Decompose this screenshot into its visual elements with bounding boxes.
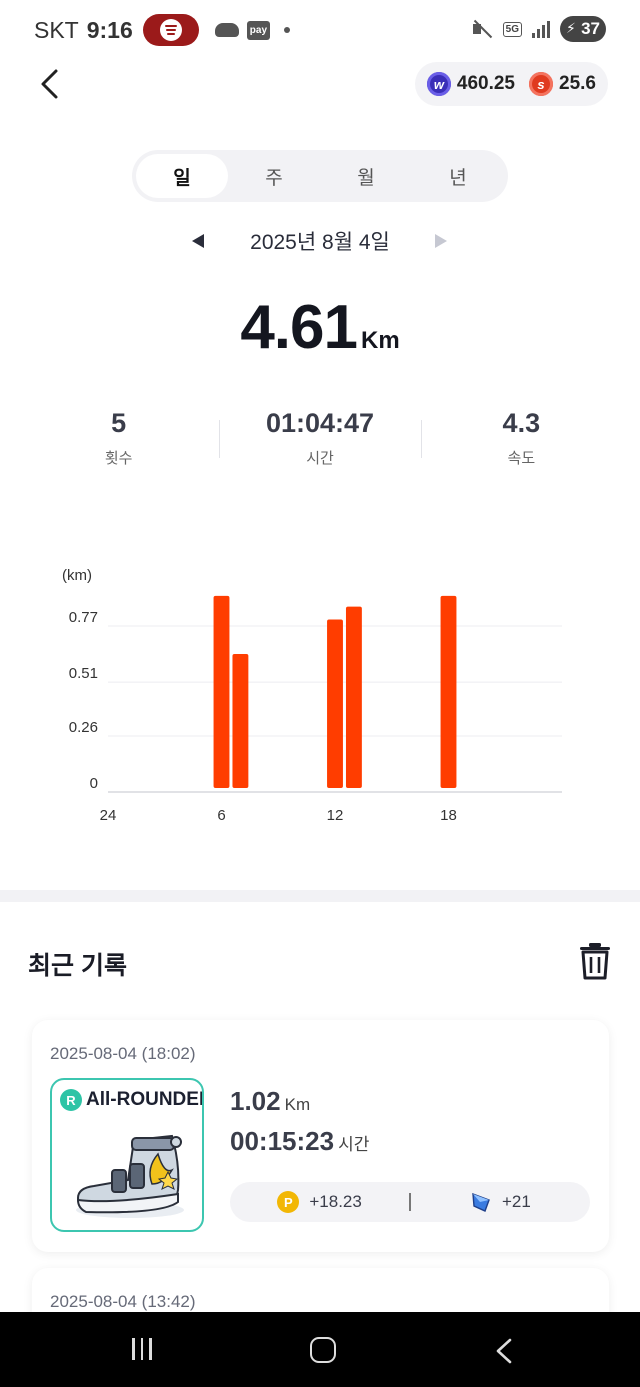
mute-icon [471, 18, 493, 40]
record-distance: 1.02 Km [230, 1086, 310, 1117]
date-navigator: 2025년 8월 4일 [0, 222, 640, 262]
y-axis-label: (km) [62, 567, 92, 584]
points-value: +18.23 [309, 1192, 362, 1211]
pay-icon: pay [246, 20, 271, 40]
record-datetime: 2025-08-04 (13:42) [50, 1292, 196, 1311]
section-divider [0, 890, 640, 902]
system-nav-bar [0, 1312, 640, 1387]
home-button[interactable] [310, 1337, 336, 1363]
stat-speed-label: 속도 [507, 450, 536, 467]
record-duration-value: 00:15:23 [230, 1126, 335, 1156]
shoe-thumbnail[interactable]: R All-ROUNDER [50, 1078, 204, 1232]
y-tick-label: 0.51 [69, 665, 98, 682]
stat-count-value: 5 [111, 408, 127, 438]
summary-stats: 5 횟수 01:04:47 시간 4.3 속도 [18, 408, 622, 478]
app-screen: SKT 9:16 pay 5G ⚡ 37 w 460.25 s 25.6 일 주… [0, 0, 640, 1387]
balance-pill[interactable]: w 460.25 s 25.6 [414, 62, 608, 106]
shoe-name: All-ROUNDER [86, 1089, 204, 1110]
w-coin-icon: w [426, 72, 451, 96]
carrier-label: SKT [34, 16, 79, 43]
recent-records-title: 최근 기록 [28, 952, 127, 980]
trash-icon [580, 943, 610, 980]
tab-year[interactable]: 년 [412, 154, 504, 198]
back-button[interactable] [34, 66, 70, 102]
y-tick-label: 0 [90, 775, 98, 792]
notification-dot-icon [284, 27, 291, 33]
record-duration-unit: 시간 [338, 1135, 370, 1154]
recent-apps-button[interactable] [132, 1338, 152, 1360]
status-bar: SKT 9:16 pay 5G ⚡ 37 [0, 0, 640, 60]
record-datetime: 2025-08-04 (18:02) [50, 1044, 196, 1063]
x-tick-label: 24 [100, 807, 117, 824]
s-coin-icon: s [529, 72, 554, 96]
stat-time-label: 시간 [306, 450, 334, 467]
record-duration: 00:15:23 시간 [230, 1126, 369, 1157]
balance-s-value: 25.6 [559, 73, 596, 94]
stat-count-label: 횟수 [104, 450, 133, 467]
bar [232, 654, 249, 788]
bar [345, 606, 362, 788]
network-5g-icon: 5G [502, 21, 522, 37]
battery-icon: ⚡ 37 [560, 16, 606, 42]
tab-day[interactable]: 일 [136, 154, 228, 198]
current-date: 2025년 8월 4일 [250, 231, 390, 254]
tab-week[interactable]: 주 [228, 154, 320, 198]
bar [327, 619, 343, 788]
cloud-icon [214, 23, 239, 37]
spotify-icon [142, 14, 199, 46]
stat-speed: 4.3 속도 [420, 408, 622, 478]
x-tick-label: 18 [440, 807, 457, 824]
period-tabs: 일 주 월 년 [132, 150, 508, 202]
reward-pill: P +18.23 +21 [230, 1182, 590, 1222]
balance-w-value: 460.25 [456, 73, 516, 94]
record-distance-value: 1.02 [230, 1086, 281, 1116]
bar [440, 595, 457, 788]
balance-s: s 25.6 [529, 72, 596, 96]
tab-month[interactable]: 월 [320, 154, 412, 198]
points-reward: P +18.23 [230, 1191, 409, 1213]
stat-count: 5 횟수 [18, 408, 219, 478]
status-left: SKT 9:16 pay [34, 14, 291, 46]
total-distance: 4.61 Km [0, 292, 640, 363]
stat-time-value: 01:04:47 [265, 408, 375, 438]
y-tick-label: 0.26 [69, 719, 98, 736]
system-back-button[interactable] [492, 1337, 516, 1365]
stat-speed-value: 4.3 [502, 408, 541, 438]
balance-w: w 460.25 [426, 72, 516, 96]
next-date-button[interactable] [435, 234, 447, 248]
x-tick-label: 12 [327, 807, 344, 824]
gem-icon [472, 1192, 490, 1212]
total-distance-value: 4.61 [240, 293, 358, 362]
status-right: 5G ⚡ 37 [471, 16, 606, 42]
record-distance-unit: Km [284, 1095, 311, 1114]
battery-level: 37 [581, 19, 600, 38]
record-card[interactable]: 2025-08-04 (18:02) R All-ROUNDER 1.02Km [32, 1020, 609, 1252]
x-tick-label: 6 [217, 807, 225, 824]
gem-value: +21 [501, 1192, 531, 1211]
clock: 9:16 [86, 16, 133, 43]
gem-reward: +21 [411, 1191, 590, 1213]
bar [213, 595, 230, 788]
chevron-left-icon [41, 69, 58, 99]
rarity-badge: R [60, 1089, 82, 1111]
shoe-badge: R All-ROUNDER [60, 1089, 204, 1111]
signal-icon [532, 20, 550, 38]
stat-time: 01:04:47 시간 [219, 408, 420, 478]
delete-button[interactable] [578, 942, 612, 980]
total-distance-unit: Km [361, 327, 400, 354]
sneaker-icon [76, 1134, 184, 1218]
distance-bar-chart: (km) 0 0.26 0.51 0.77 24 6 12 18 [62, 567, 562, 824]
p-coin-icon: P [277, 1191, 300, 1213]
y-tick-label: 0.77 [69, 609, 98, 626]
